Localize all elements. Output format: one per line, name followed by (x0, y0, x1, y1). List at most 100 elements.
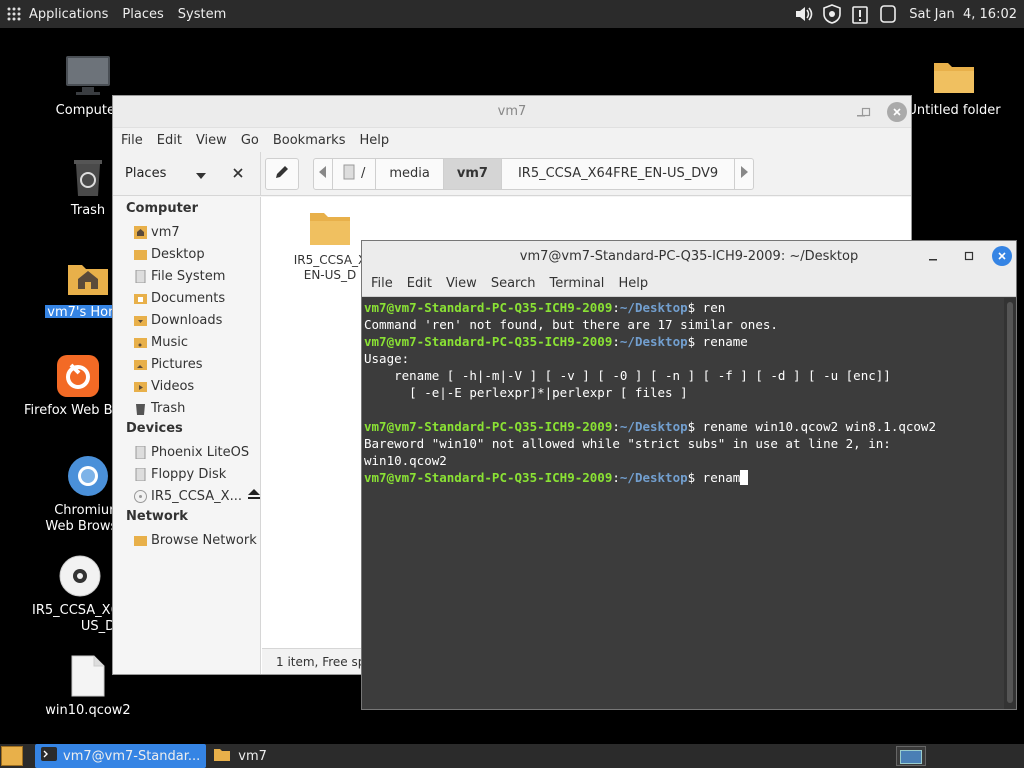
home-icon (134, 225, 147, 239)
pencil-icon (274, 164, 290, 184)
task-label: vm7 (238, 748, 267, 764)
breadcrumb-scroll-right[interactable] (734, 157, 755, 190)
minimize-icon[interactable] (928, 251, 938, 266)
sidebar-item-file-system[interactable]: File System (113, 265, 260, 287)
sidebar-item-label: Downloads (151, 312, 223, 328)
menu-edit[interactable]: Edit (400, 276, 439, 291)
menu-bookmarks[interactable]: Bookmarks (266, 133, 353, 148)
scrollbar-thumb[interactable] (1007, 302, 1013, 703)
folder-icon (308, 209, 352, 249)
terminal-titlebar[interactable]: vm7@vm7-Standard-PC-Q35-ICH9-2009: ~/Des… (362, 241, 1016, 271)
folder-icon (134, 248, 147, 261)
shield-icon[interactable] (821, 3, 843, 25)
close-icon[interactable] (992, 246, 1012, 266)
terminal-output[interactable]: vm7@vm7-Standard-PC-Q35-ICH9-2009:~/Desk… (362, 298, 1004, 709)
chromium-icon (64, 452, 112, 500)
sidebar-item-documents[interactable]: Documents (113, 287, 260, 309)
breadcrumb-vm7[interactable]: vm7 (442, 157, 502, 190)
edit-location-button[interactable] (265, 157, 299, 190)
dropdown-arrow-icon[interactable] (196, 169, 206, 184)
sidebar-item-desktop[interactable]: Desktop (113, 243, 260, 265)
maximize-icon[interactable] (856, 102, 876, 122)
system-menu[interactable]: System (171, 0, 233, 28)
menu-file[interactable]: File (364, 276, 400, 291)
menu-go[interactable]: Go (234, 133, 266, 148)
documents-folder-icon (134, 292, 147, 305)
terminal-window[interactable]: vm7@vm7-Standard-PC-Q35-ICH9-2009: ~/Des… (361, 240, 1017, 710)
menu-file[interactable]: File (114, 133, 150, 148)
menu-edit[interactable]: Edit (150, 133, 189, 148)
places-selector[interactable]: Places (113, 151, 261, 196)
network-icon (134, 534, 147, 547)
command-text: $ rename (687, 334, 748, 349)
clipboard-icon[interactable] (877, 3, 899, 25)
terminal-line: Command 'ren' not found, but there are 1… (364, 317, 778, 332)
sidebar-item-label: Browse Network (151, 532, 257, 548)
breadcrumb-root[interactable]: / (332, 157, 377, 190)
sidebar-heading-computer: Computer (126, 201, 199, 216)
menu-help[interactable]: Help (352, 133, 396, 148)
drive-icon (343, 164, 355, 184)
desktop-icon-label: win10.qcow2 (45, 703, 131, 718)
document-icon (64, 652, 112, 700)
eject-icon[interactable] (247, 488, 260, 504)
close-sidebar-icon[interactable] (233, 167, 243, 182)
file-manager-titlebar[interactable]: vm7 (113, 96, 911, 128)
sidebar-item-pictures[interactable]: Pictures (113, 353, 260, 375)
places-sidebar: Computer vm7 Desktop File System Documen… (113, 197, 261, 674)
breadcrumb-label: IR5_CCSA_X64FRE_EN-US_DV9 (517, 166, 719, 181)
desktop-icon-untitled-folder[interactable]: Untitled folder (894, 52, 1014, 119)
breadcrumb-scroll-left[interactable] (313, 157, 333, 190)
sidebar-item-label: Desktop (151, 246, 205, 262)
breadcrumb-dvd[interactable]: IR5_CCSA_X64FRE_EN-US_DV9 (500, 157, 736, 190)
sidebar-item-dvd[interactable]: IR5_CCSA_X... (113, 485, 260, 507)
sidebar-item-downloads[interactable]: Downloads (113, 309, 260, 331)
downloads-folder-icon (134, 314, 147, 327)
menu-search[interactable]: Search (484, 276, 543, 291)
top-panel: Applications Places System Sat Jan 4, 16… (0, 0, 1024, 28)
monitor-icon (64, 52, 112, 100)
terminal-line: vm7@vm7-Standard-PC-Q35-ICH9-2009:~/Desk… (364, 300, 726, 315)
task-file-manager[interactable]: vm7 (208, 744, 273, 768)
clock[interactable]: Sat Jan 4, 16:02 (902, 0, 1024, 28)
terminal-line: win10.qcow2 (364, 453, 447, 468)
app-grid-icon (7, 7, 21, 21)
desktop: Applications Places System Sat Jan 4, 16… (0, 0, 1024, 768)
terminal-line: vm7@vm7-Standard-PC-Q35-ICH9-2009:~/Desk… (364, 419, 936, 434)
menu-view[interactable]: View (439, 276, 484, 291)
maximize-icon[interactable] (964, 250, 974, 265)
sidebar-item-label: Phoenix LiteOS (151, 444, 250, 460)
sidebar-item-vm7[interactable]: vm7 (113, 221, 260, 243)
prompt-path: ~/Desktop (619, 470, 688, 485)
sidebar-item-label: Pictures (151, 356, 203, 372)
breadcrumb-media[interactable]: media (375, 157, 444, 190)
task-terminal[interactable]: vm7@vm7-Standar... (35, 744, 207, 768)
close-icon[interactable] (887, 102, 907, 122)
workspace-switcher[interactable] (896, 746, 926, 766)
sidebar-item-trash[interactable]: Trash (113, 397, 260, 419)
sidebar-item-floppy-disk[interactable]: Floppy Disk (113, 463, 260, 485)
sidebar-item-phoenix-liteos[interactable]: Phoenix LiteOS (113, 441, 260, 463)
workspace-window-thumb (900, 750, 922, 764)
sidebar-item-videos[interactable]: Videos (113, 375, 260, 397)
sidebar-item-browse-network[interactable]: Browse Network (113, 529, 260, 551)
menu-help[interactable]: Help (611, 276, 655, 291)
chevron-right-icon (740, 165, 749, 182)
sidebar-item-label: IR5_CCSA_X... (151, 488, 242, 504)
firefox-icon (54, 352, 102, 400)
trash-icon (134, 402, 147, 415)
terminal-line: [ -e|-E perlexpr]*|perlexpr [ files ] (364, 385, 688, 400)
terminal-line: Bareword "win10" not allowed while "stri… (364, 436, 891, 451)
applications-menu[interactable]: Applications (0, 0, 115, 28)
sidebar-item-music[interactable]: Music (113, 331, 260, 353)
menu-terminal[interactable]: Terminal (542, 276, 611, 291)
places-menu[interactable]: Places (115, 0, 170, 28)
update-notifier-icon[interactable] (849, 3, 871, 25)
sidebar-item-label: File System (151, 268, 226, 284)
prompt-path: ~/Desktop (619, 419, 688, 434)
show-desktop-button[interactable] (1, 746, 23, 766)
terminal-scrollbar[interactable] (1004, 298, 1016, 709)
menu-view[interactable]: View (189, 133, 234, 148)
volume-icon[interactable] (793, 3, 815, 25)
sidebar-item-label: Music (151, 334, 188, 350)
